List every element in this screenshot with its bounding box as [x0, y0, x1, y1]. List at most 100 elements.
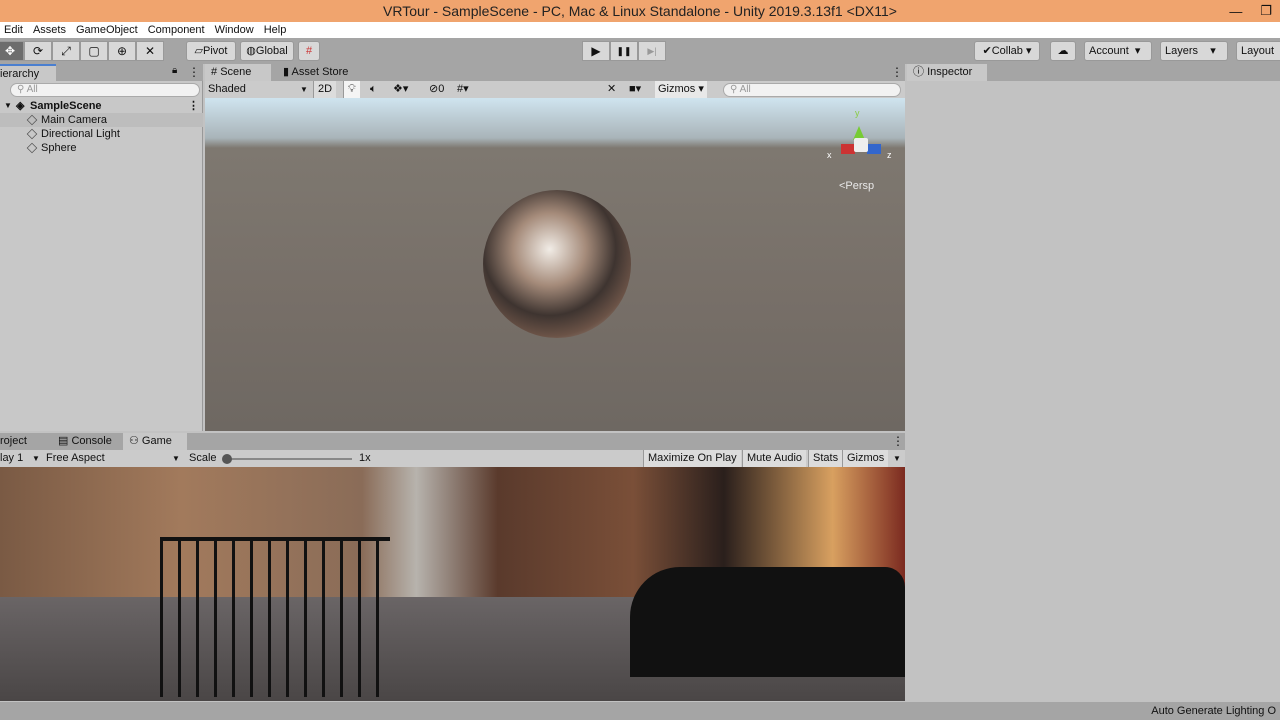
- play-button[interactable]: ▶: [582, 41, 610, 61]
- inspector-header: ⓘ Inspector: [907, 64, 1280, 81]
- aspect-dropdown[interactable]: Free Aspect ▼: [46, 450, 180, 467]
- status-bar: Auto Generate Lighting O: [0, 702, 1280, 720]
- x-axis-cone[interactable]: [841, 144, 855, 154]
- game-gizmos-button[interactable]: Gizmos: [842, 450, 889, 467]
- railing-image: [160, 537, 390, 697]
- layout-label: Layout: [1241, 45, 1275, 57]
- grid-icon[interactable]: #▾: [457, 81, 469, 98]
- scale-tool-icon[interactable]: ⤢: [52, 41, 80, 61]
- menu-edit[interactable]: Edit: [4, 22, 23, 38]
- bottom-panel-header: roject ▤ Console ⚇ Game ⋮: [0, 433, 905, 450]
- display-dropdown[interactable]: lay 1 ▼: [0, 450, 40, 467]
- menu-dots-icon[interactable]: ⋮: [188, 65, 200, 79]
- sphere-object[interactable]: [483, 190, 631, 338]
- audio-icon[interactable]: 🔈︎: [370, 81, 377, 98]
- scene-menu-icon[interactable]: ⋮: [188, 99, 199, 113]
- tab-project[interactable]: roject: [0, 433, 33, 450]
- maximize-button[interactable]: ❐: [1260, 3, 1272, 19]
- custom-tool-icon[interactable]: ✕: [136, 41, 164, 61]
- aspect-label: Free Aspect: [46, 452, 105, 464]
- title-bar: VRTour - SampleScene - PC, Mac & Linux S…: [0, 0, 1280, 22]
- cloud-icon[interactable]: ☁: [1050, 41, 1076, 61]
- pivot-button[interactable]: ▱Pivot: [186, 41, 236, 61]
- menu-window[interactable]: Window: [215, 22, 254, 38]
- layers-dropdown[interactable]: Layers ▾: [1160, 41, 1228, 61]
- gameobject-icon: [26, 128, 38, 140]
- maximize-on-play-button[interactable]: Maximize On Play: [643, 450, 741, 467]
- y-axis-cone[interactable]: [853, 120, 865, 140]
- scale-slider-handle[interactable]: [222, 454, 232, 464]
- car-image: [630, 567, 905, 677]
- move-tool-icon[interactable]: ✥: [0, 41, 24, 61]
- snap-grid-icon[interactable]: #: [298, 41, 320, 61]
- expand-arrow-icon[interactable]: ▼: [4, 99, 12, 113]
- rotate-tool-icon[interactable]: ⟳: [24, 41, 52, 61]
- rect-tool-icon[interactable]: ▢: [80, 41, 108, 61]
- lock-icon[interactable]: 🔒︎: [172, 65, 177, 76]
- tab-inspector[interactable]: ⓘ Inspector: [907, 64, 987, 81]
- 2d-toggle[interactable]: 2D: [313, 81, 337, 98]
- menu-dots-icon[interactable]: ⋮: [891, 65, 903, 79]
- list-item[interactable]: Directional Light: [0, 127, 203, 141]
- tab-asset-store[interactable]: ▮ Asset Store: [277, 64, 354, 81]
- step-button[interactable]: ▶|: [638, 41, 666, 61]
- hierarchy-search[interactable]: ⚲ All: [10, 83, 200, 97]
- collab-button[interactable]: ✔Collab ▾: [974, 41, 1040, 61]
- collab-label: Collab: [991, 45, 1023, 57]
- menu-gameobject[interactable]: GameObject: [76, 22, 138, 38]
- list-item[interactable]: Sphere: [0, 141, 203, 155]
- account-label: Account: [1089, 45, 1129, 57]
- camera-icon[interactable]: ■▾: [629, 81, 641, 98]
- tab-hierarchy[interactable]: ierarchy: [0, 64, 56, 81]
- menu-component[interactable]: Component: [148, 22, 205, 38]
- menu-help[interactable]: Help: [264, 22, 287, 38]
- minimize-button[interactable]: —: [1229, 4, 1242, 19]
- center-cube[interactable]: [854, 138, 868, 152]
- pause-button[interactable]: ❚❚: [610, 41, 638, 61]
- transform-tool-icon[interactable]: ⊕: [108, 41, 136, 61]
- orientation-gizmo[interactable]: y x z: [827, 108, 897, 168]
- hidden-count: 0: [438, 83, 445, 95]
- game-toolbar: lay 1 ▼ Free Aspect ▼ Scale 1x Maximize On…: [0, 450, 905, 468]
- mute-audio-button[interactable]: Mute Audio: [742, 450, 807, 467]
- menu-assets[interactable]: Assets: [33, 22, 66, 38]
- pivot-label: Pivot: [203, 45, 228, 57]
- tab-game[interactable]: ⚇ Game: [123, 433, 187, 450]
- gizmos-arrow-icon[interactable]: ▼: [893, 450, 901, 467]
- tab-scene[interactable]: # Scene: [205, 64, 271, 81]
- global-button[interactable]: ◍Global: [240, 41, 294, 61]
- effects-icon[interactable]: ❖▾: [393, 81, 408, 98]
- stats-button[interactable]: Stats: [808, 450, 843, 467]
- shading-dropdown[interactable]: Shaded ▼: [208, 81, 308, 98]
- main-toolbar: ✥ ⟳ ⤢ ▢ ⊕ ✕ ▱Pivot ◍Global # ▶ ❚❚ ▶| ✔Co…: [0, 38, 1280, 64]
- gameobject-icon: [26, 142, 38, 154]
- hidden-objects-icon[interactable]: ⊘0: [429, 81, 444, 98]
- layers-label: Layers: [1165, 45, 1199, 57]
- scene-name: SampleScene: [30, 100, 102, 112]
- global-label: Global: [255, 45, 288, 57]
- axis-z-label: z: [887, 150, 892, 160]
- scene-search[interactable]: ⚲ All: [723, 83, 901, 97]
- item-label: Sphere: [41, 142, 77, 154]
- layout-dropdown[interactable]: Layout: [1236, 41, 1280, 61]
- shading-label: Shaded: [208, 83, 246, 95]
- scale-slider[interactable]: [222, 454, 352, 464]
- list-item[interactable]: Main Camera: [0, 113, 203, 127]
- hierarchy-header: ierarchy 🔒︎ ⋮: [0, 64, 203, 81]
- hierarchy-panel: ⚲ All ▼ ◈ SampleScene ⋮ Main Camera Directi…: [0, 81, 203, 431]
- scene-view[interactable]: y x z <Persp: [205, 98, 905, 431]
- z-axis-cone[interactable]: [867, 144, 881, 154]
- game-view[interactable]: [0, 467, 905, 701]
- tools-icon[interactable]: ✕: [607, 81, 616, 98]
- scene-toolbar: Shaded ▼ 2D 💡︎ 🔈︎ ❖▾ ⊘0 #▾ ✕ ■▾ Gizmos ▾ …: [205, 81, 905, 99]
- lighting-icon[interactable]: 💡︎: [343, 81, 360, 98]
- item-label: Directional Light: [41, 128, 120, 140]
- tab-label: Asset Store: [291, 66, 349, 78]
- projection-label[interactable]: <Persp: [839, 180, 874, 192]
- tab-console[interactable]: ▤ Console: [52, 433, 118, 450]
- search-placeholder: All: [739, 84, 751, 95]
- gizmos-dropdown[interactable]: Gizmos ▾: [655, 81, 707, 98]
- account-dropdown[interactable]: Account ▾: [1084, 41, 1152, 61]
- scene-root[interactable]: ▼ ◈ SampleScene ⋮: [0, 99, 203, 113]
- menu-dots-icon[interactable]: ⋮: [892, 434, 904, 448]
